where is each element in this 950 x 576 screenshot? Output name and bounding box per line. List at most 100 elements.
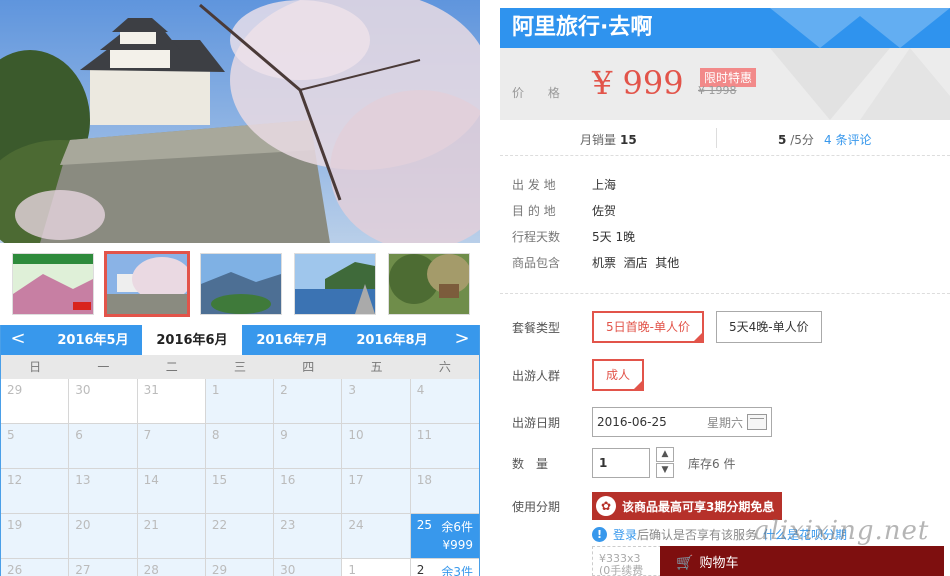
taobao-icon: ✿ [596,496,616,516]
calendar-day[interactable]: 6 [69,424,138,469]
day-number: 15 [211,473,228,487]
weekday-label: 一 [97,360,110,374]
calendar-day[interactable]: 2 [274,379,343,424]
calendar-day[interactable]: 13 [69,469,138,514]
day-number: 22 [211,518,228,532]
calendar-day[interactable]: 16 [274,469,343,514]
quantity-row: 数 量 1 ▲ ▼ 库存6 件 [512,447,735,479]
calendar-day[interactable]: 18 [410,469,479,514]
day-number: 11 [416,428,432,442]
info-key: 目 的 地 [512,204,556,218]
rating-value: 5 [778,133,787,147]
calendar-day[interactable]: 3 [342,379,411,424]
price-label: 价 格 [512,86,570,100]
tab-month-august[interactable]: 2016年8月 [342,325,442,355]
calendar-day[interactable]: 30 [274,559,343,576]
weekday-label: 六 [438,360,451,374]
day-number: 19 [7,518,23,532]
calendar-day[interactable]: 1 [205,379,275,424]
thumbnail-2[interactable] [104,251,190,317]
section-divider [500,293,950,294]
day-number: 30 [280,563,296,576]
day-number: 29 [211,563,228,576]
info-row-destination: 目 的 地 佐贺 [512,202,679,228]
day-number: 2 [280,383,288,397]
quantity-stepper: ▲ ▼ [656,447,674,479]
huabei-help-link[interactable]: 什么是花呗分期 [763,526,847,543]
calendar-day[interactable]: 20 [69,514,138,559]
calendar-day[interactable]: 17 [342,469,411,514]
info-value: 5天 1晚 [592,230,636,244]
calendar-day[interactable]: 22 [205,514,275,559]
decrement-button[interactable]: ▼ [656,463,674,478]
traveler-option-adult[interactable]: 成人 [592,359,645,391]
calendar-day-selected[interactable]: 25 余6件 ¥999 [410,514,479,559]
calendar-day[interactable]: 2 余3件 [410,559,479,576]
calendar-icon[interactable] [747,414,767,430]
installment-button[interactable]: ✿ 该商品最高可享3期分期免息 [592,492,783,520]
thumbnail-5[interactable] [388,253,470,315]
prev-month-button[interactable]: < [3,325,33,355]
calendar-day[interactable]: 11 [410,424,479,469]
tab-month-june[interactable]: 2016年6月 [142,325,242,355]
day-number: 21 [143,518,159,532]
calendar-day[interactable]: 15 [205,469,275,514]
info-row-includes: 商品包含 机票 酒店 其他 [512,254,679,280]
tab-month-july[interactable]: 2016年7月 [242,325,342,355]
sales-stats: 月销量 15 5 /5分 4 条评论 [500,120,950,156]
info-value: 佐贺 [592,204,617,218]
travel-date-label: 出游日期 [512,415,561,430]
rating-suffix: /5分 [790,133,814,147]
add-to-cart-button[interactable]: 🛒 购物车 [660,546,944,576]
thumbnail-1[interactable] [12,253,94,315]
calendar-day[interactable]: 29 [205,559,275,576]
calendar-day[interactable]: 5 [1,424,70,469]
calendar-day[interactable]: 19 [1,514,70,559]
monthly-sales-count: 15 [620,133,637,147]
travel-date-field[interactable]: 2016-06-25 星期六 [592,407,772,437]
day-number: 2 [416,563,425,576]
increment-button[interactable]: ▲ [656,447,674,462]
calendar-day[interactable]: 7 [137,424,206,469]
calendar-day[interactable]: 23 [274,514,343,559]
calendar-day[interactable]: 9 [274,424,343,469]
calendar-day[interactable]: 24 [342,514,411,559]
calendar-day[interactable]: 28 [137,559,206,576]
product-gallery: < 2016年5月 2016年6月 2016年7月 2016年8月 > 日 一 … [0,0,480,576]
calendar-day[interactable]: 31 [137,379,206,424]
calendar-day[interactable]: 10 [342,424,411,469]
day-number: 23 [280,518,296,532]
calendar-day[interactable]: 21 [137,514,206,559]
travel-date-value: 2016-06-25 [597,415,667,429]
login-link[interactable]: 登录 [613,526,637,543]
quantity-input[interactable]: 1 [592,448,650,478]
day-number: 27 [75,563,91,576]
calendar-day[interactable]: 29 [1,379,70,424]
calendar-day[interactable]: 30 [69,379,138,424]
day-number: 12 [7,473,23,487]
calendar-day[interactable]: 4 [410,379,479,424]
package-option[interactable]: 5天4晚-单人价 [715,311,822,343]
day-number: 31 [143,383,159,397]
calendar-day[interactable]: 1 [342,559,411,576]
rating-score: 5 /5分 [778,131,814,148]
day-stock: 余6件 [441,520,473,534]
calendar-day[interactable]: 12 [1,469,70,514]
package-option-selected[interactable]: 5日首晚-单人价 [592,311,704,343]
package-type-label: 套餐类型 [512,320,561,335]
tab-month-may[interactable]: 2016年5月 [43,325,143,355]
day-number: 1 [348,563,357,576]
reviews-link[interactable]: 4 条评论 [824,131,871,148]
calendar-day[interactable]: 27 [69,559,138,576]
stats-divider [716,128,717,148]
departure-calendar: < 2016年5月 2016年6月 2016年7月 2016年8月 > 日 一 … [0,325,480,576]
calendar-day[interactable]: 14 [137,469,206,514]
thumbnail-4[interactable] [294,253,376,315]
info-row-duration: 行程天数 5天 1晚 [512,228,679,254]
next-month-button[interactable]: > [447,325,477,355]
info-key: 行程天数 [512,230,561,244]
thumbnail-3[interactable] [200,253,282,315]
weekday-label: 日 [29,360,42,374]
calendar-day[interactable]: 8 [205,424,275,469]
calendar-day[interactable]: 26 [1,559,70,576]
